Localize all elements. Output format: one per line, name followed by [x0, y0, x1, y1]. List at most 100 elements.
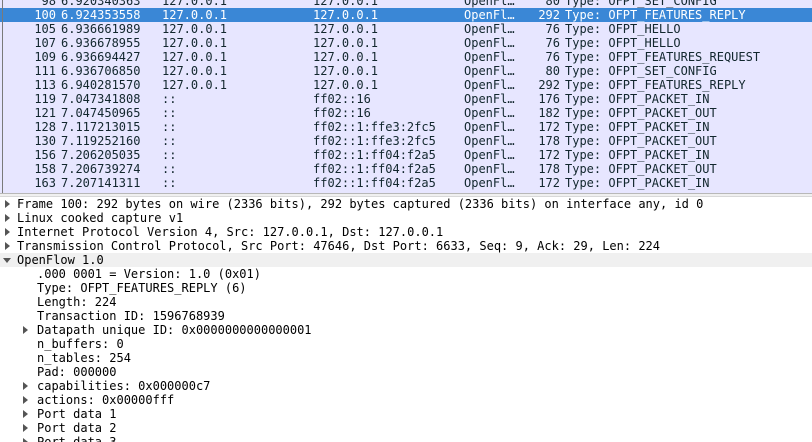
- chevron-right-icon[interactable]: [21, 379, 31, 393]
- tree-item[interactable]: Type: OFPT_FEATURES_REPLY (6): [0, 281, 812, 295]
- packet-time: 6.936706850: [61, 64, 141, 78]
- tree-item[interactable]: actions: 0x00000fff: [0, 393, 812, 407]
- tree-item[interactable]: Transmission Control Protocol, Src Port:…: [0, 239, 812, 253]
- packet-info: Type: OFPT_FEATURES_REPLY: [565, 8, 746, 22]
- packet-row[interactable]: 158 7.206739274:: ff02::1:ff04:f2a5 OpenFl……: [0, 162, 812, 176]
- packet-src: ::: [162, 106, 177, 120]
- packet-info: Type: OFPT_HELLO: [565, 36, 681, 50]
- packet-len: 76: [545, 22, 560, 36]
- packet-row[interactable]: 121 7.047450965:: ff02::16 OpenFl… 182 Type: …: [0, 106, 812, 120]
- chevron-right-icon[interactable]: [21, 407, 31, 421]
- chevron-down-icon[interactable]: [3, 253, 13, 267]
- packet-row[interactable]: 105 6.936661989 127.0.0.1 127.0.0.1 OpenFl… 7…: [0, 22, 812, 36]
- tree-item[interactable]: capabilities: 0x000000c7: [0, 379, 812, 393]
- tree-item[interactable]: .000 0001 = Version: 1.0 (0x01): [0, 267, 812, 281]
- packet-row[interactable]: 163 7.207141311:: ff02::1:ff04:f2a5 OpenFl……: [0, 176, 812, 190]
- tree-item-label: Linux cooked capture v1: [17, 211, 184, 225]
- tree-item[interactable]: Linux cooked capture v1: [0, 211, 812, 225]
- packet-info: Type: OFPT_FEATURES_REQUEST: [565, 50, 761, 64]
- tree-item-label: actions: 0x00000fff: [37, 393, 175, 407]
- packet-time: 7.119252160: [61, 134, 141, 148]
- packet-src: ::: [162, 134, 177, 148]
- packet-row[interactable]: 156 7.206205035:: ff02::1:ff04:f2a5 OpenFl……: [0, 148, 812, 162]
- packet-proto: OpenFl…: [464, 22, 515, 36]
- packet-proto: OpenFl…: [464, 134, 515, 148]
- tree-item[interactable]: Port data 1: [0, 407, 812, 421]
- tree-item-label: Pad: 000000: [37, 365, 117, 379]
- packet-len: 182: [538, 106, 560, 120]
- packet-row[interactable]: 119 7.047341808:: ff02::16 OpenFl… 176 Type: …: [0, 92, 812, 106]
- packet-time: 6.920340363: [61, 0, 141, 8]
- tree-item[interactable]: Port data 3: [0, 435, 812, 442]
- packet-row[interactable]: 107 6.936678955 127.0.0.1 127.0.0.1 OpenFl… 7…: [0, 36, 812, 50]
- tree-item[interactable]: Frame 100: 292 bytes on wire (2336 bits)…: [0, 197, 812, 211]
- packet-proto: OpenFl…: [464, 120, 515, 134]
- packet-len: 172: [538, 148, 560, 162]
- packet-len: 172: [538, 176, 560, 190]
- chevron-right-icon[interactable]: [21, 393, 31, 407]
- packet-row[interactable]: 111 6.936706850 127.0.0.1 127.0.0.1 OpenFl… 8…: [0, 64, 812, 78]
- packet-src: ::: [162, 176, 177, 190]
- packet-proto: OpenFl…: [464, 0, 515, 8]
- packet-len: 176: [538, 92, 560, 106]
- packet-row-selected[interactable]: 100 6.924353558 127.0.0.1 127.0.0.1 OpenFl… 2…: [0, 8, 812, 22]
- packet-time: 7.117213015: [61, 120, 141, 134]
- packet-list[interactable]: 98 6.920340363 127.0.0.1 127.0.0.1 OpenFl… 80…: [0, 0, 812, 193]
- packet-len: 178: [538, 162, 560, 176]
- packet-info: Type: OFPT_PACKET_IN: [565, 92, 710, 106]
- packet-row[interactable]: 128 7.117213015:: ff02::1:ffe3:2fc5 OpenFl……: [0, 120, 812, 134]
- tree-item-label: Length: 224: [37, 295, 117, 309]
- packet-dst: ff02::1:ff04:f2a5: [313, 162, 436, 176]
- packet-no: 119: [34, 92, 56, 106]
- tree-item-label: Type: OFPT_FEATURES_REPLY (6): [37, 281, 247, 295]
- packet-info: Type: OFPT_SET_CONFIG: [565, 0, 717, 8]
- tree-item[interactable]: Transaction ID: 1596768939: [0, 309, 812, 323]
- chevron-right-icon[interactable]: [21, 421, 31, 435]
- packet-dst: 127.0.0.1: [313, 36, 379, 50]
- packet-src: ::: [162, 148, 177, 162]
- packet-details-tree[interactable]: Frame 100: 292 bytes on wire (2336 bits)…: [0, 197, 812, 442]
- packet-src: ::: [162, 162, 177, 176]
- tree-item[interactable]: Pad: 000000: [0, 365, 812, 379]
- tree-item[interactable]: n_tables: 254: [0, 351, 812, 365]
- tree-item[interactable]: Internet Protocol Version 4, Src: 127.0.…: [0, 225, 812, 239]
- tree-item-label: .000 0001 = Version: 1.0 (0x01): [37, 267, 261, 281]
- packet-src: 127.0.0.1: [162, 50, 228, 64]
- packet-proto: OpenFl…: [464, 64, 515, 78]
- packet-row[interactable]: 130 7.119252160:: ff02::1:ffe3:2fc5 OpenFl……: [0, 134, 812, 148]
- tree-item[interactable]: Port data 2: [0, 421, 812, 435]
- chevron-right-icon[interactable]: [3, 239, 13, 253]
- packet-no: 113: [34, 78, 56, 92]
- tree-item-label: Transmission Control Protocol, Src Port:…: [17, 239, 660, 253]
- packet-dst: 127.0.0.1: [313, 0, 379, 8]
- packet-no: 100: [34, 8, 56, 22]
- packet-row[interactable]: 109 6.936694427 127.0.0.1 127.0.0.1 OpenFl… 7…: [0, 50, 812, 64]
- packet-info: Type: OFPT_PACKET_OUT: [565, 106, 717, 120]
- packet-src: 127.0.0.1: [162, 22, 228, 36]
- chevron-right-icon[interactable]: [21, 323, 31, 337]
- tree-item[interactable]: n_buffers: 0: [0, 337, 812, 351]
- tree-item[interactable]: Datapath unique ID: 0x0000000000000001: [0, 323, 812, 337]
- packet-time: 6.940281570: [61, 78, 141, 92]
- tree-item-label: Transaction ID: 1596768939: [37, 309, 225, 323]
- packet-len: 80: [545, 64, 560, 78]
- tree-item-label: Internet Protocol Version 4, Src: 127.0.…: [17, 225, 444, 239]
- packet-info: Type: OFPT_FEATURES_REPLY: [565, 78, 746, 92]
- packet-src: 127.0.0.1: [162, 64, 228, 78]
- packet-proto: OpenFl…: [464, 78, 515, 92]
- packet-len: 178: [538, 134, 560, 148]
- chevron-right-icon[interactable]: [3, 225, 13, 239]
- chevron-right-icon[interactable]: [3, 211, 13, 225]
- packet-row[interactable]: 113 6.940281570 127.0.0.1 127.0.0.1 OpenFl… 2…: [0, 78, 812, 92]
- tree-item-label: Frame 100: 292 bytes on wire (2336 bits)…: [17, 197, 704, 211]
- chevron-right-icon[interactable]: [3, 197, 13, 211]
- tree-item-label: Port data 3: [37, 435, 117, 442]
- packet-time: 7.206205035: [61, 148, 141, 162]
- tree-item[interactable]: Length: 224: [0, 295, 812, 309]
- chevron-right-icon[interactable]: [21, 435, 31, 442]
- packet-no: 158: [34, 162, 56, 176]
- packet-row[interactable]: 98 6.920340363 127.0.0.1 127.0.0.1 OpenFl… 80…: [0, 0, 812, 8]
- packet-len: 172: [538, 120, 560, 134]
- tree-item-label: n_buffers: 0: [37, 337, 124, 351]
- tree-item[interactable]: OpenFlow 1.0: [0, 253, 812, 267]
